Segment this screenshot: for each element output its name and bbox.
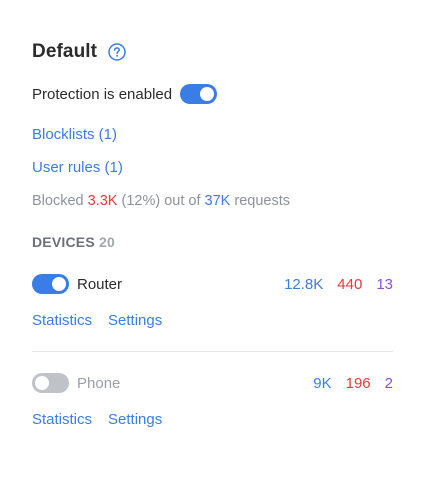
- page-title: Default: [32, 41, 98, 62]
- device-actions-router: Statistics Settings: [32, 312, 162, 329]
- divider: [32, 351, 393, 352]
- protection-row: Protection is enabled: [32, 83, 218, 105]
- toggle-knob: [35, 376, 49, 390]
- summary-suffix: requests: [234, 193, 290, 209]
- device-stats: 9K 196 2: [313, 375, 393, 392]
- statistics-link[interactable]: Statistics: [32, 312, 92, 329]
- device-name: Phone: [77, 374, 121, 392]
- device-stat-other: 13: [376, 275, 393, 293]
- blocked-percent: (12%): [121, 193, 161, 209]
- summary-prefix: Blocked: [32, 193, 84, 209]
- statistics-link[interactable]: Statistics: [32, 411, 92, 428]
- devices-heading: DEVICES 20: [32, 234, 115, 250]
- settings-link[interactable]: Settings: [108, 312, 162, 329]
- device-toggle-router[interactable]: [32, 274, 69, 294]
- user-rules-link[interactable]: User rules (1): [32, 159, 123, 176]
- question-circle-icon[interactable]: [108, 43, 126, 61]
- device-stat-other: 2: [384, 374, 393, 392]
- blocked-summary: Blocked 3.3K (12%) out of 37K requests: [32, 193, 290, 209]
- protection-toggle[interactable]: [180, 84, 218, 104]
- device-toggle-phone[interactable]: [32, 373, 69, 393]
- title-row: Default: [32, 40, 126, 64]
- total-requests-count: 37K: [204, 193, 231, 209]
- toggle-knob: [200, 87, 215, 101]
- device-actions-phone: Statistics Settings: [32, 411, 162, 428]
- device-stat-total: 9K: [313, 374, 332, 392]
- devices-heading-label: DEVICES: [32, 234, 95, 250]
- blocked-count: 3.3K: [87, 193, 118, 209]
- settings-link[interactable]: Settings: [108, 411, 162, 428]
- protection-label: Protection is enabled: [32, 85, 173, 103]
- device-name: Router: [77, 275, 123, 293]
- blocklists-link[interactable]: Blocklists (1): [32, 126, 117, 143]
- device-stat-blocked: 196: [345, 374, 371, 392]
- device-stat-blocked: 440: [337, 275, 363, 293]
- toggle-knob: [52, 277, 66, 291]
- devices-count: 20: [98, 234, 115, 250]
- dns-profile-panel: Default Protection is enabled Blocklists…: [0, 0, 425, 482]
- device-stats: 12.8K 440 13: [284, 276, 393, 293]
- device-stat-total: 12.8K: [284, 275, 324, 293]
- summary-middle: out of: [164, 193, 201, 209]
- device-row-phone: Phone 9K 196 2: [32, 372, 393, 394]
- device-row-router: Router 12.8K 440 13: [32, 273, 393, 295]
